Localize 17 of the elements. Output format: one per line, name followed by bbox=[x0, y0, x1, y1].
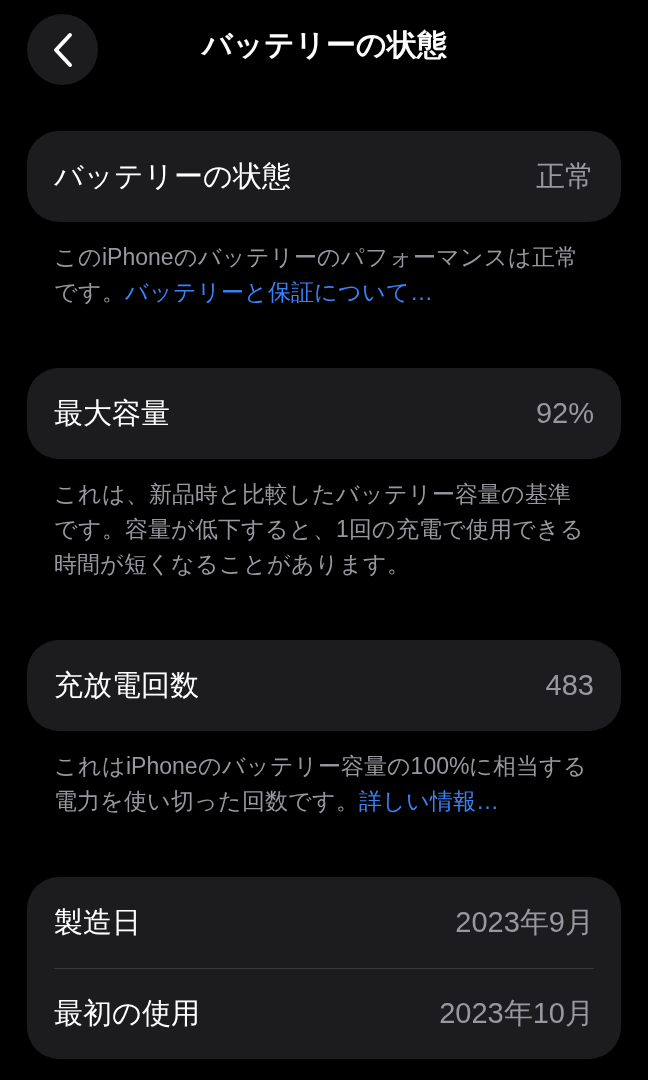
row-label: バッテリーの状態 bbox=[54, 158, 291, 194]
row-value: 483 bbox=[545, 667, 594, 703]
row-label: 最大容量 bbox=[54, 395, 170, 431]
row-label: 充放電回数 bbox=[54, 667, 199, 703]
row-label: 最初の使用 bbox=[54, 996, 200, 1032]
page-title: バッテリーの状態 bbox=[201, 26, 447, 63]
row-label: 製造日 bbox=[54, 904, 141, 940]
footnote-text: このiPhoneのバッテリーのパフォーマンスは正常です。バッテリーと保証について… bbox=[53, 243, 579, 307]
row-value: 92% bbox=[535, 395, 594, 431]
footnote-text: これは、新品時と比較したバッテリー容量の基準です。容量が低下すると、1回の充電で使用できる時間が短くなることがあります。 bbox=[53, 480, 585, 579]
footnote-text: これはiPhoneのバッテリー容量の100%に相当する電力を使い切った回数です。詳しい情報… bbox=[53, 752, 589, 816]
back-chevron-icon bbox=[51, 31, 74, 68]
row-value: 正常 bbox=[536, 158, 594, 194]
row-value: 2023年9月 bbox=[455, 904, 594, 940]
info-link[interactable]: 詳しい情報… bbox=[359, 788, 499, 814]
info-link[interactable]: バッテリーと保証について… bbox=[125, 279, 433, 305]
row-value: 2023年10月 bbox=[439, 996, 594, 1032]
